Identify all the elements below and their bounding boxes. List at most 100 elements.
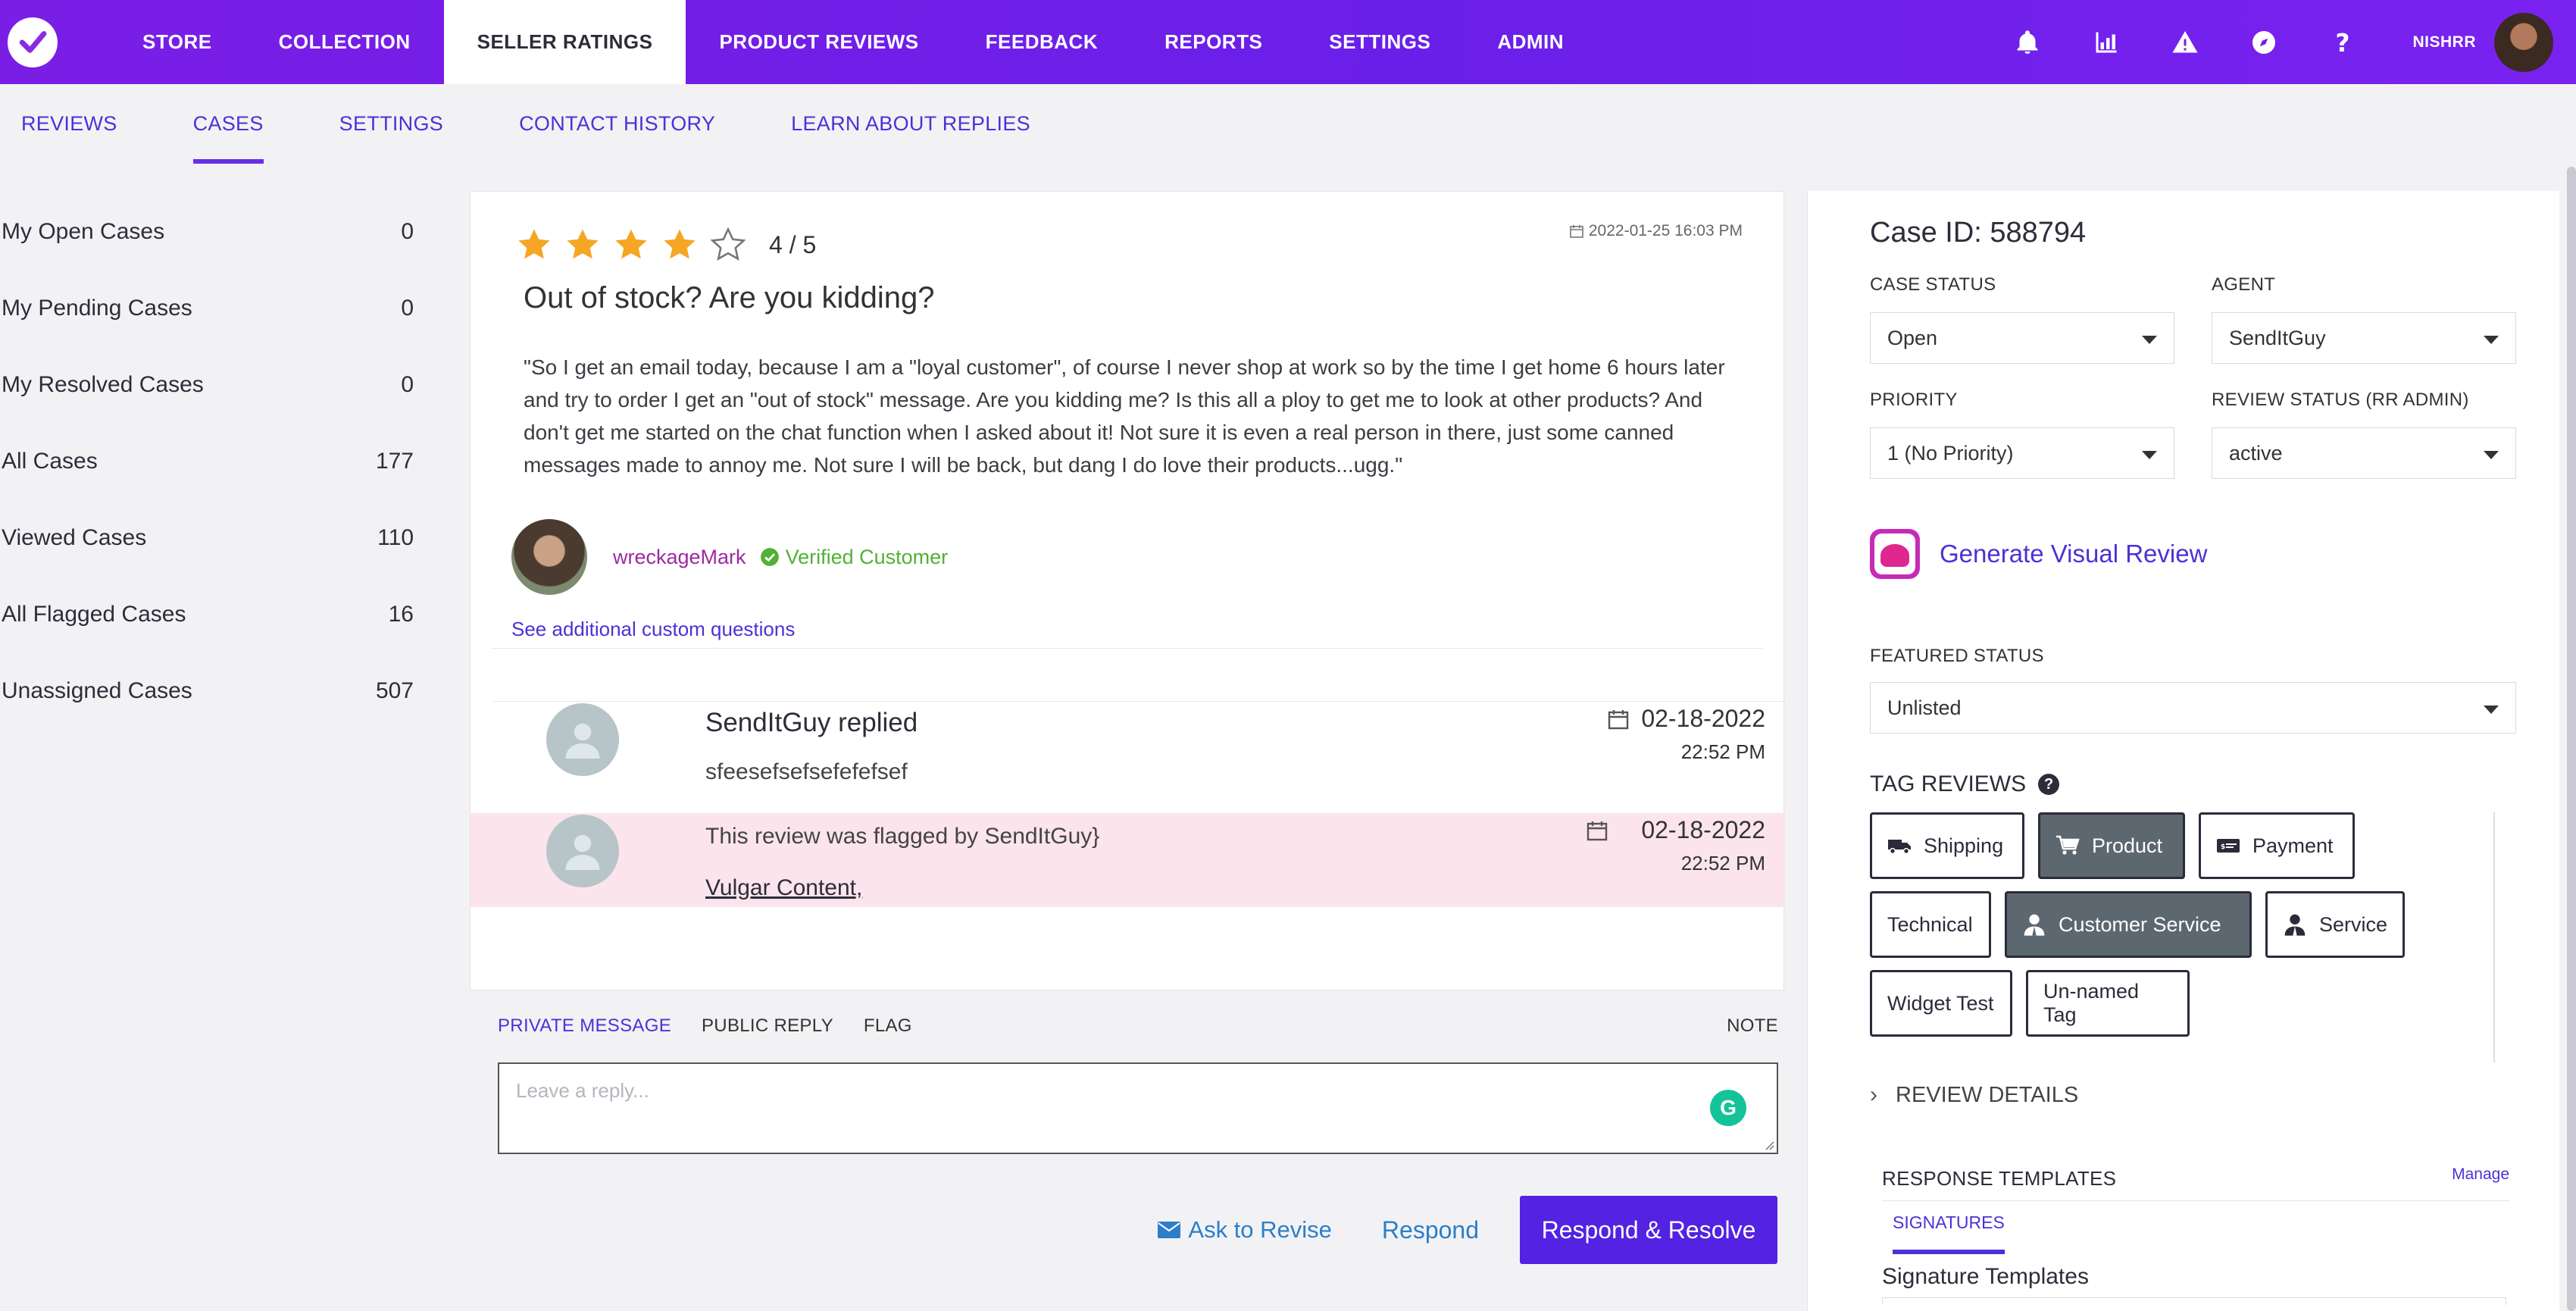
reply-tabs: PRIVATE MESSAGE PUBLIC REPLY FLAG NOTE (498, 1015, 1778, 1037)
tag-payment[interactable]: $ Payment (2199, 812, 2355, 879)
tab-flag[interactable]: FLAG (864, 1015, 912, 1037)
response-templates-heading: RESPONSE TEMPLATES (1882, 1167, 2117, 1190)
warning-icon[interactable] (2146, 0, 2224, 84)
respond-button[interactable]: Respond (1382, 1216, 1479, 1244)
reply-input[interactable] (499, 1064, 1777, 1153)
ask-to-revise-button[interactable]: Ask to Revise (1158, 1216, 1332, 1244)
reply-box: G (498, 1062, 1778, 1154)
subtab-reviews[interactable]: REVIEWS (21, 84, 117, 164)
compass-icon[interactable] (2224, 0, 2303, 84)
calendar-icon (1587, 821, 1608, 841)
sidebar-item-my-open-cases[interactable]: My Open Cases 0 (0, 193, 424, 270)
help-icon[interactable]: ? (2303, 0, 2382, 84)
subtab-settings[interactable]: SETTINGS (339, 84, 443, 164)
sidebar-item-count: 0 (401, 371, 414, 397)
caret-down-icon (2142, 336, 2157, 344)
tag-product[interactable]: Product (2038, 812, 2185, 879)
sidebar-item-my-resolved-cases[interactable]: My Resolved Cases 0 (0, 346, 424, 423)
sidebar-item-count: 0 (401, 295, 414, 321)
sidebar-item-label: Viewed Cases (2, 524, 147, 550)
nav-item-seller-ratings[interactable]: SELLER RATINGS (443, 0, 686, 84)
nav-item-store[interactable]: STORE (109, 0, 245, 84)
grammarly-icon[interactable]: G (1710, 1090, 1746, 1126)
sidebar-item-count: 0 (401, 218, 414, 244)
envelope-icon (1158, 1222, 1181, 1238)
nav-item-collection[interactable]: COLLECTION (245, 0, 444, 84)
case-id: Case ID: 588794 (1870, 217, 2087, 249)
tab-signatures[interactable]: SIGNATURES (1893, 1212, 2005, 1254)
review-details-toggle[interactable]: › REVIEW DETAILS (1870, 1082, 2078, 1108)
nav-item-feedback[interactable]: FEEDBACK (952, 0, 1131, 84)
case-filter-sidebar: My Open Cases 0 My Pending Cases 0 My Resolv… (0, 193, 424, 729)
sidebar-item-viewed-cases[interactable]: Viewed Cases 110 (0, 499, 424, 576)
manage-templates-link[interactable]: Manage (2452, 1166, 2509, 1184)
review-status-select[interactable]: active (2212, 427, 2516, 479)
sidebar-item-count: 507 (375, 677, 414, 703)
divider (492, 648, 1762, 649)
sidebar-item-label: My Open Cases (2, 218, 165, 244)
bell-icon[interactable] (1988, 0, 2067, 84)
tab-note[interactable]: NOTE (1727, 1015, 1778, 1037)
sidebar-item-count: 110 (377, 524, 414, 550)
tab-public-reply[interactable]: PUBLIC REPLY (702, 1015, 833, 1037)
priority-select[interactable]: 1 (No Priority) (1870, 427, 2174, 479)
sidebar-item-label: My Pending Cases (2, 295, 192, 321)
subtab-cases[interactable]: CASES (192, 84, 264, 164)
sidebar-item-all-cases[interactable]: All Cases 177 (0, 423, 424, 499)
tag-scrollbar[interactable] (2493, 812, 2495, 1062)
person-icon (2024, 914, 2045, 936)
resize-handle-icon[interactable] (1762, 1138, 1774, 1150)
signature-templates-box[interactable] (1882, 1297, 2506, 1305)
tag-customer-service[interactable]: Customer Service (2005, 891, 2252, 958)
agent-label: AGENT (2212, 274, 2276, 295)
bar-chart-icon[interactable] (2067, 0, 2146, 84)
tag-un-named[interactable]: Un-named Tag (2026, 970, 2190, 1037)
user-name[interactable]: NISHRR (2412, 33, 2476, 52)
tag-technical[interactable]: Technical (1870, 891, 1991, 958)
sidebar-item-all-flagged-cases[interactable]: All Flagged Cases 16 (0, 576, 424, 652)
page-scrollbar[interactable] (2567, 167, 2576, 1311)
reply-text: sfeesefsefsefefefsef (705, 759, 908, 784)
sidebar-item-unassigned-cases[interactable]: Unassigned Cases 507 (0, 652, 424, 729)
subtab-contact-history[interactable]: CONTACT HISTORY (519, 84, 715, 164)
review-title: Out of stock? Are you kidding? (524, 281, 935, 314)
tag-widget-test[interactable]: Widget Test (1870, 970, 2012, 1037)
generate-visual-review-button[interactable]: Generate Visual Review (1870, 529, 2207, 579)
star-filled-icon (518, 229, 550, 259)
custom-questions-link[interactable]: See additional custom questions (511, 618, 795, 641)
respond-resolve-button[interactable]: Respond & Resolve (1520, 1196, 1777, 1264)
sub-navigation: REVIEWS CASES SETTINGS CONTACT HISTORY LEARN… (0, 84, 1085, 167)
agent-select[interactable]: SendItGuy (2212, 312, 2516, 364)
nav-item-settings[interactable]: SETTINGS (1296, 0, 1464, 84)
divider (1882, 1200, 2509, 1201)
nav-item-product-reviews[interactable]: PRODUCT REVIEWS (686, 0, 952, 84)
caret-down-icon (2484, 336, 2499, 344)
agent-avatar-placeholder (546, 703, 619, 776)
help-circle-icon[interactable]: ? (2038, 774, 2060, 795)
star-filled-icon (615, 229, 647, 259)
star-rating: 4 / 5 (516, 227, 816, 263)
user-avatar[interactable] (2494, 12, 2553, 72)
reply-date: 02-18-2022 22:52 PM (1641, 705, 1765, 763)
featured-status-label: FEATURED STATUS (1870, 646, 2044, 666)
case-status-select[interactable]: Open (1870, 312, 2174, 364)
tag-shipping[interactable]: Shipping (1870, 812, 2024, 879)
priority-label: PRIORITY (1870, 390, 1958, 410)
reviewer-avatar (511, 519, 587, 595)
tag-service[interactable]: Service (2265, 891, 2405, 958)
signature-templates-label: Signature Templates (1882, 1264, 2089, 1289)
star-empty-icon (710, 227, 746, 261)
svg-text:?: ? (2336, 29, 2350, 56)
reviewer-name[interactable]: wreckageMark (613, 546, 746, 569)
sidebar-item-my-pending-cases[interactable]: My Pending Cases 0 (0, 270, 424, 346)
top-navigation-bar: STORE COLLECTION SELLER RATINGS PRODUCT REV… (0, 0, 2576, 84)
sidebar-item-label: My Resolved Cases (2, 371, 204, 397)
truck-icon (1888, 840, 1911, 855)
featured-status-select[interactable]: Unlisted (1870, 682, 2516, 734)
nav-item-admin[interactable]: ADMIN (1464, 0, 1597, 84)
tab-private-message[interactable]: PRIVATE MESSAGE (498, 1015, 671, 1037)
logo-checkmark-icon[interactable] (8, 17, 58, 67)
review-card: 4 / 5 2022-01-25 16:03 PM Out of stock? … (470, 191, 1785, 990)
subtab-learn-about-replies[interactable]: LEARN ABOUT REPLIES (791, 84, 1030, 164)
nav-item-reports[interactable]: REPORTS (1131, 0, 1296, 84)
